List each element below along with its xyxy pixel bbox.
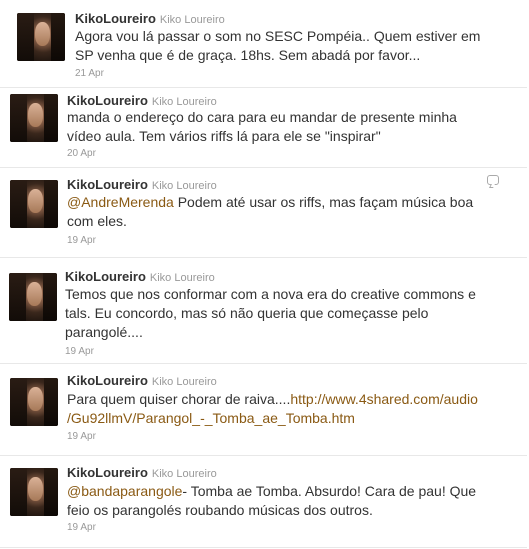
full-name: Kiko Loureiro bbox=[151, 180, 217, 192]
screen-name[interactable]: KikoLoureiro bbox=[65, 269, 146, 284]
timestamp[interactable]: 19 Apr bbox=[67, 522, 96, 533]
url-link[interactable]: http://www.4shared.com/audio bbox=[290, 391, 478, 407]
full-name: Kiko Loureiro bbox=[151, 376, 217, 388]
tweet-text: @AndreMerenda Podem até usar os riffs, m… bbox=[67, 194, 474, 229]
screen-name[interactable]: KikoLoureiro bbox=[75, 11, 156, 26]
profile-photo-icon[interactable] bbox=[10, 468, 58, 516]
screen-name[interactable]: KikoLoureiro bbox=[67, 373, 148, 388]
timestamp[interactable]: 19 Apr bbox=[67, 235, 96, 246]
mention-link[interactable]: @AndreMerenda bbox=[67, 194, 174, 210]
tweet[interactable]: KikoLoureiro Kiko Loureiro Temos que nos … bbox=[0, 258, 527, 364]
tweet-text: Para quem quiser chorar de raiva....http… bbox=[67, 391, 478, 428]
tweet[interactable]: KikoLoureiro Kiko Loureiro Para quem quis… bbox=[0, 364, 527, 456]
screen-name[interactable]: KikoLoureiro bbox=[67, 93, 148, 108]
tweet-text: Temos que nos conformar com a nova era d… bbox=[65, 286, 476, 340]
profile-photo-icon[interactable] bbox=[10, 378, 58, 426]
tweet[interactable]: KikoLoureiro Kiko Loureiro @AndreMerenda … bbox=[0, 168, 527, 258]
timestamp[interactable]: 20 Apr bbox=[67, 148, 96, 159]
tweet-text: @bandaparangole- Tomba ae Tomba. Absurdo… bbox=[67, 483, 477, 518]
tweet[interactable]: KikoLoureiro Kiko Loureiro Agora vou lá p… bbox=[0, 0, 527, 88]
profile-photo-icon[interactable] bbox=[10, 94, 58, 142]
timestamp[interactable]: 19 Apr bbox=[65, 346, 94, 357]
timestamp[interactable]: 21 Apr bbox=[75, 68, 104, 79]
tweet[interactable]: KikoLoureiro Kiko Loureiro @bandaparangol… bbox=[0, 456, 527, 548]
screen-name[interactable]: KikoLoureiro bbox=[67, 465, 148, 480]
tweet[interactable]: KikoLoureiro Kiko Loureiro manda o endere… bbox=[0, 88, 527, 168]
full-name: Kiko Loureiro bbox=[159, 14, 225, 26]
profile-photo-icon[interactable] bbox=[17, 13, 65, 61]
screen-name[interactable]: KikoLoureiro bbox=[67, 177, 148, 192]
full-name: Kiko Loureiro bbox=[151, 468, 217, 480]
url-link-continued[interactable]: /Gu92llmV/Parangol_-_Tomba_ae_Tomba.htm bbox=[67, 409, 478, 428]
tweet-text: Agora vou lá passar o som no SESC Pompéi… bbox=[75, 28, 481, 63]
profile-photo-icon[interactable] bbox=[10, 180, 58, 228]
profile-photo-icon[interactable] bbox=[9, 273, 57, 321]
full-name: Kiko Loureiro bbox=[151, 96, 217, 108]
reply-bubble-icon[interactable] bbox=[487, 175, 499, 185]
mention-link[interactable]: @bandaparangole bbox=[67, 483, 182, 499]
timestamp[interactable]: 19 Apr bbox=[67, 431, 96, 442]
tweet-text: manda o endereço do cara para eu mandar … bbox=[67, 109, 457, 144]
full-name: Kiko Loureiro bbox=[149, 272, 215, 284]
